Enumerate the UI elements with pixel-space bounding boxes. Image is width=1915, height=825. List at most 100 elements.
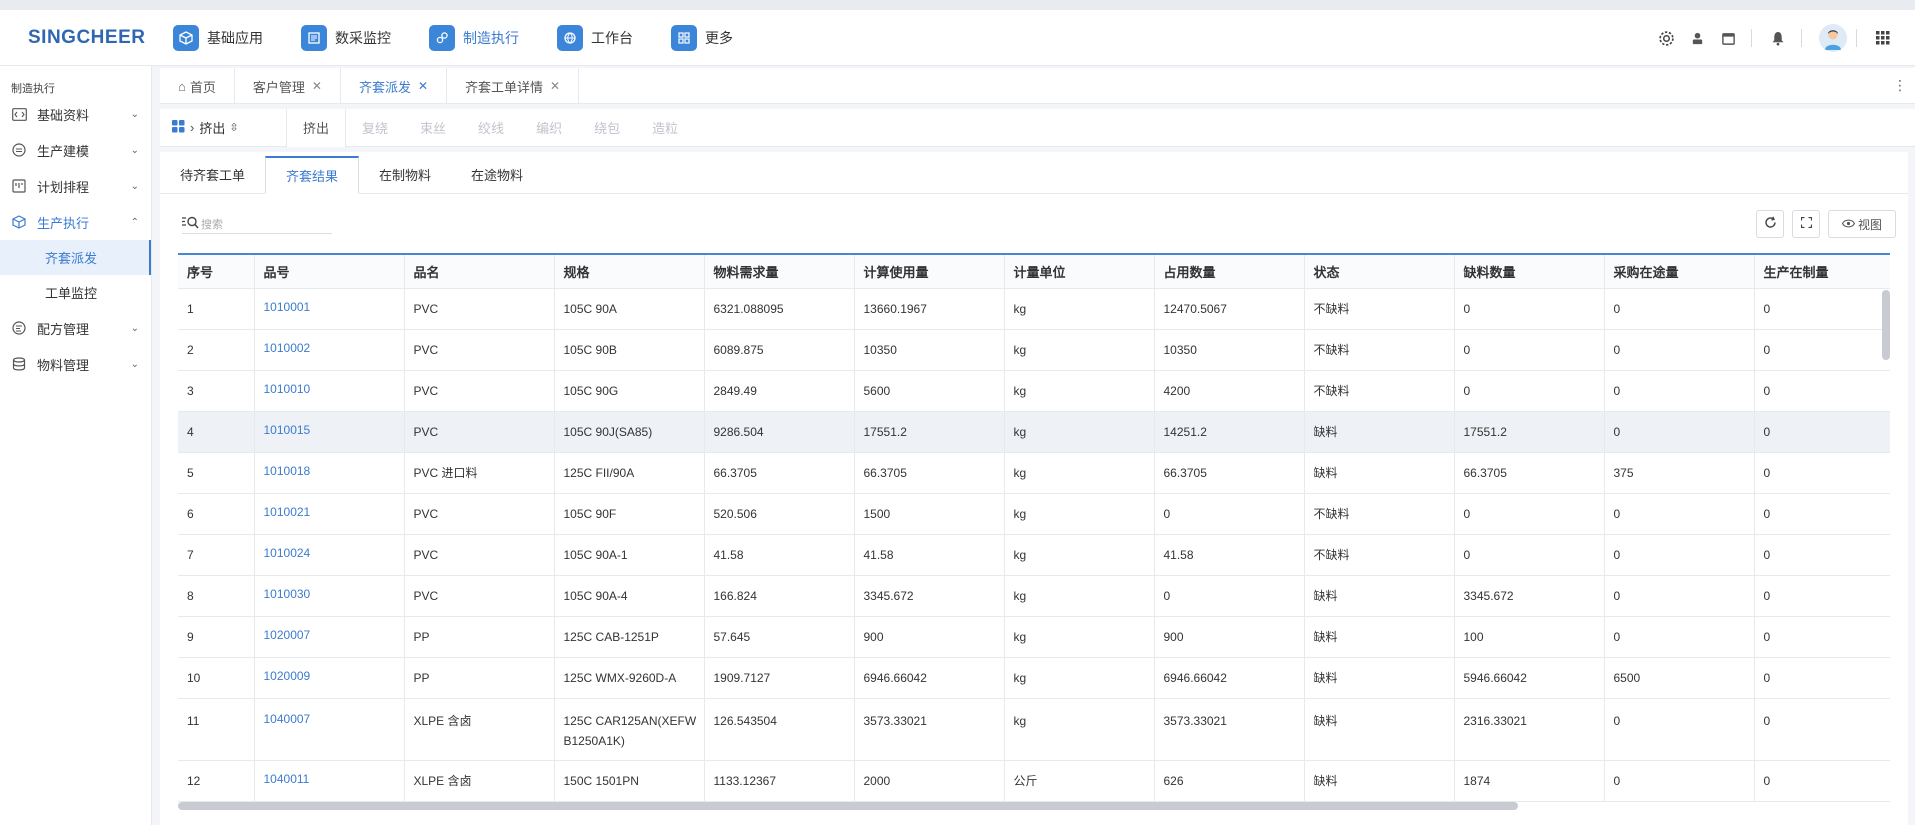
nav-manufacturing[interactable]: 制造执行: [429, 24, 519, 51]
tab-wip-materials[interactable]: 在制物料: [359, 155, 451, 193]
item-code-link[interactable]: 1010018: [254, 452, 405, 494]
col-header[interactable]: 物料需求量: [704, 255, 855, 289]
sidebar-subitem-kit-dispatch[interactable]: 齐套派发: [0, 240, 151, 275]
table-row[interactable]: 8 1010030 PVC 105C 90A-4 166.824 3345.672 kg 0 缺…: [178, 575, 1890, 617]
table-cell: 900: [1154, 616, 1305, 658]
table-cell: 900: [854, 616, 1005, 658]
table-row[interactable]: 7 1010024 PVC 105C 90A-1 41.58 41.58 kg 41.58 不缺…: [178, 534, 1890, 576]
process-tab-stranding[interactable]: 绞线: [462, 109, 520, 147]
sidebar-item-production-model[interactable]: 生产建模 ⌄: [0, 132, 151, 168]
table-cell: PP: [404, 657, 555, 699]
item-code-link[interactable]: 1040011: [254, 760, 405, 802]
settings-icon[interactable]: [1652, 24, 1680, 52]
item-code-link[interactable]: 1040007: [254, 698, 405, 761]
close-icon[interactable]: ✕: [312, 79, 322, 93]
search-input[interactable]: 搜索: [182, 214, 332, 234]
col-header[interactable]: 采购在途量: [1604, 255, 1755, 289]
sidebar-item-formula[interactable]: 配方管理 ⌄: [0, 310, 151, 346]
table-cell: 105C 90J(SA85): [554, 411, 705, 453]
process-selector[interactable]: › 挤出 ⇳: [160, 118, 286, 137]
main-nav: 基础应用 数采监控 制造执行 工作台 更多: [173, 24, 771, 51]
tab-kit-order-detail[interactable]: 齐套工单详情 ✕: [447, 68, 580, 104]
sidebar-item-material[interactable]: 物料管理 ⌄: [0, 346, 151, 382]
col-header[interactable]: 计量单位: [1004, 255, 1155, 289]
table-cell: 17551.2: [1454, 411, 1605, 453]
table-cell: PVC: [404, 329, 555, 371]
process-tab-extrusion[interactable]: 挤出: [286, 108, 347, 147]
col-header[interactable]: 品名: [404, 255, 555, 289]
vertical-scrollbar[interactable]: [1882, 290, 1890, 360]
process-tab-braiding[interactable]: 编织: [520, 109, 578, 147]
item-code-link[interactable]: 1010002: [254, 329, 405, 371]
horizontal-scrollbar[interactable]: [178, 802, 1518, 810]
table-row[interactable]: 2 1010002 PVC 105C 90B 6089.875 10350 kg 10350 不…: [178, 329, 1890, 371]
process-tab-bunching[interactable]: 束丝: [404, 109, 462, 147]
item-code-link[interactable]: 1010010: [254, 370, 405, 412]
process-selector-value: 挤出: [199, 121, 226, 136]
nav-basic-apps[interactable]: 基础应用: [173, 24, 263, 51]
table-row[interactable]: 4 1010015 PVC 105C 90J(SA85) 9286.504 17551.2…: [178, 411, 1890, 453]
col-header[interactable]: 规格: [554, 255, 705, 289]
item-code-link[interactable]: 1010030: [254, 575, 405, 617]
process-tab-rewind[interactable]: 复绕: [346, 109, 404, 147]
item-code-link[interactable]: 1010015: [254, 411, 405, 453]
tab-kit-dispatch[interactable]: 齐套派发 ✕: [341, 68, 448, 104]
item-code-link[interactable]: 1010001: [254, 288, 405, 330]
app-grid-icon[interactable]: [1869, 24, 1897, 52]
item-code-link[interactable]: 1020009: [254, 657, 405, 699]
view-button[interactable]: 视图: [1828, 210, 1896, 238]
col-header[interactable]: 状态: [1304, 255, 1455, 289]
col-header[interactable]: 序号: [178, 255, 255, 289]
table-row[interactable]: 6 1010021 PVC 105C 90F 520.506 1500 kg 0 不缺料 0 0 0: [178, 493, 1890, 535]
close-icon[interactable]: ✕: [550, 79, 560, 93]
tab-pending-kit-orders[interactable]: 待齐套工单: [160, 155, 265, 193]
table-row[interactable]: 1 1010001 PVC 105C 90A 6321.088095 13660.1967…: [178, 288, 1890, 330]
col-header[interactable]: 品号: [254, 255, 405, 289]
refresh-button[interactable]: [1756, 210, 1784, 238]
fullscreen-button[interactable]: [1792, 210, 1820, 238]
table-row[interactable]: 9 1020007 PP 125C CAB-1251P 57.645 900 kg 900 缺料…: [178, 616, 1890, 658]
tab-in-transit-materials[interactable]: 在途物料: [451, 155, 543, 193]
sidebar-item-scheduling[interactable]: 计划排程 ⌄: [0, 168, 151, 204]
sidebar-subitem-order-monitor[interactable]: 工单监控: [0, 275, 151, 310]
tab-customer-management[interactable]: 客户管理 ✕: [235, 68, 341, 104]
table-cell: 0: [1604, 616, 1755, 658]
avatar[interactable]: [1819, 24, 1847, 52]
nav-data-monitor[interactable]: 数采监控: [301, 24, 391, 51]
nav-workbench[interactable]: 工作台: [557, 24, 633, 51]
col-header[interactable]: 生产在制量: [1754, 255, 1890, 289]
sidebar-item-label: 物料管理: [37, 357, 90, 373]
process-tab-wrapping[interactable]: 绕包: [578, 109, 636, 147]
sidebar: 制造执行 基础资料 ⌄ 生产建模 ⌄ 计划排程 ⌄ 生产执行 ⌃ 齐套派发 工单…: [0, 66, 152, 825]
table-cell: 1500: [854, 493, 1005, 535]
col-header[interactable]: 缺料数量: [1454, 255, 1605, 289]
item-code-link[interactable]: 1020007: [254, 616, 405, 658]
close-icon[interactable]: ✕: [418, 79, 428, 93]
table-row[interactable]: 5 1010018 PVC 进口料 125C FII/90A 66.3705 66.370…: [178, 452, 1890, 494]
table-cell: 0: [1154, 575, 1305, 617]
tab-home[interactable]: ⌂ 首页: [160, 68, 235, 104]
col-header[interactable]: 计算使用量: [854, 255, 1005, 289]
table-row[interactable]: 12 1040011 XLPE 含卤 150C 1501PN 1133.12367 200…: [178, 760, 1890, 802]
table-row[interactable]: 10 1020009 PP 125C WMX-9260D-A 1909.7127 6946…: [178, 657, 1890, 699]
tab-kit-results[interactable]: 齐套结果: [265, 156, 360, 194]
table-cell: 150C 1501PN: [554, 760, 705, 802]
table-cell: 7: [178, 534, 255, 576]
table-row[interactable]: 3 1010010 PVC 105C 90G 2849.49 5600 kg 4200 不缺料 0…: [178, 370, 1890, 412]
calendar-icon[interactable]: [1714, 24, 1742, 52]
table-row[interactable]: 11 1040007 XLPE 含卤 125C CAR125AN(XEFW B1250…: [178, 698, 1890, 761]
table-cell: 0: [1754, 575, 1890, 617]
item-code-link[interactable]: 1010024: [254, 534, 405, 576]
col-header[interactable]: 占用数量: [1154, 255, 1305, 289]
nav-more[interactable]: 更多: [671, 24, 733, 51]
bell-icon[interactable]: [1764, 24, 1792, 52]
table-cell: 100: [1454, 616, 1605, 658]
sidebar-item-basic-data[interactable]: 基础资料 ⌄: [0, 96, 151, 132]
item-code-link[interactable]: 1010021: [254, 493, 405, 535]
more-vertical-icon[interactable]: ⋮: [1893, 77, 1907, 94]
chevron-up-icon: ⌃: [130, 216, 139, 228]
process-tab-pelletizing[interactable]: 造粒: [636, 109, 694, 147]
sidebar-item-production-exec[interactable]: 生产执行 ⌃: [0, 204, 151, 240]
logo[interactable]: SINGCHEER: [0, 27, 160, 49]
user-stamp-icon[interactable]: [1683, 24, 1711, 52]
